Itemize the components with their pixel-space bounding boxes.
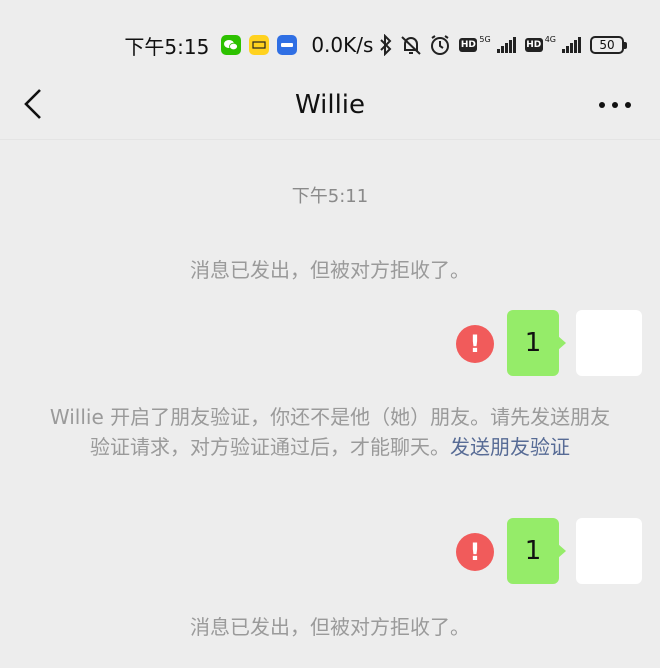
more-button[interactable]: [598, 96, 632, 114]
message-row: ! 1: [0, 518, 660, 584]
system-message-rejected: 消息已发出，但被对方拒收了。: [190, 615, 470, 639]
more-dots-icon: [599, 102, 631, 108]
message-bubble[interactable]: 1: [507, 518, 566, 584]
signal-icon: [496, 37, 517, 53]
hd-badge: HD: [459, 38, 478, 52]
back-button[interactable]: [20, 86, 48, 122]
hd-badge-2: HD: [524, 38, 543, 52]
network-type-4g: 4G: [544, 34, 556, 44]
message-row: ! 1: [0, 310, 660, 376]
chat-header: Willie: [0, 70, 660, 140]
send-verification-link[interactable]: 发送朋友验证: [450, 435, 570, 459]
send-failed-icon[interactable]: !: [456, 325, 494, 363]
message-bubble[interactable]: 1: [507, 310, 566, 376]
bluetooth-icon: [379, 34, 393, 56]
battery-icon: 50: [590, 36, 627, 54]
blue-app-icon: [277, 35, 298, 55]
wechat-app-icon: [221, 35, 242, 55]
system-message-rejected: 消息已发出，但被对方拒收了。: [190, 258, 470, 282]
alarm-icon: [429, 34, 451, 56]
network-type-5g: 5G: [479, 34, 491, 44]
chat-title: Willie: [294, 89, 366, 120]
yellow-app-icon: [249, 35, 270, 55]
signal-icon-2: [562, 37, 582, 53]
verification-notice: Willie 开启了朋友验证，你还不是他（她）朋友。请先发送朋友验证请求，对方验…: [40, 402, 620, 462]
avatar[interactable]: [576, 310, 642, 376]
chevron-left-icon: [24, 89, 41, 119]
chat-area[interactable]: 下午5:11 消息已发出，但被对方拒收了。 ! 1 Willie 开启了朋友验证…: [0, 140, 660, 668]
avatar[interactable]: [576, 518, 642, 584]
network-speed: 0.0K/s: [311, 33, 374, 57]
message-timestamp: 下午5:11: [291, 186, 369, 207]
status-time: 下午5:15: [124, 34, 210, 59]
mute-bell-icon: [399, 34, 423, 56]
send-failed-icon[interactable]: !: [456, 533, 494, 571]
status-bar: 下午5:15 0.0K/s HD 5G HD 4G 50: [0, 0, 660, 70]
